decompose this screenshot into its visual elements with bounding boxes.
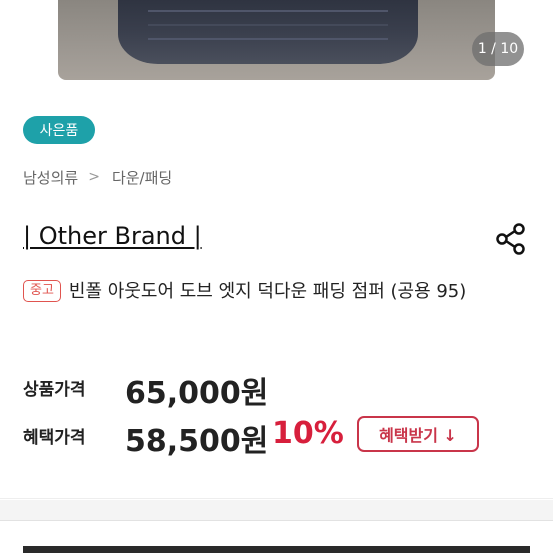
image-counter: 1 / 10 bbox=[472, 32, 524, 66]
section-divider bbox=[0, 500, 553, 520]
discount-rate: 10% bbox=[272, 416, 344, 451]
gift-badge: 사은품 bbox=[23, 116, 95, 144]
section-divider-top bbox=[0, 498, 553, 499]
section-divider-bottom bbox=[0, 520, 553, 521]
breadcrumb: 남성의류 > 다운/패딩 bbox=[23, 166, 172, 188]
price-label: 상품가격 bbox=[23, 380, 86, 400]
get-benefit-button[interactable]: 혜택받기 ↓ bbox=[357, 416, 479, 452]
product-title: 빈폴 아웃도어 도브 엣지 덕다운 패딩 점퍼 (공용 95) bbox=[68, 281, 467, 302]
product-title-row: 중고 빈폴 아웃도어 도브 엣지 덕다운 패딩 점퍼 (공용 95) bbox=[23, 277, 533, 307]
share-icon[interactable] bbox=[494, 222, 528, 256]
breadcrumb-item-category[interactable]: 남성의류 bbox=[23, 167, 78, 188]
brand-link[interactable]: | Other Brand | bbox=[23, 222, 202, 250]
product-image[interactable] bbox=[58, 0, 495, 80]
benefit-price-value: 58,500원 bbox=[125, 424, 269, 459]
benefit-price-label: 혜택가격 bbox=[23, 428, 86, 448]
breadcrumb-item-subcategory[interactable]: 다운/패딩 bbox=[112, 167, 172, 188]
image-watermark bbox=[326, 0, 366, 80]
chevron-right-icon: > bbox=[88, 169, 100, 185]
condition-badge: 중고 bbox=[23, 280, 61, 302]
price-value: 65,000원 bbox=[125, 376, 269, 411]
next-section-banner bbox=[23, 546, 530, 553]
